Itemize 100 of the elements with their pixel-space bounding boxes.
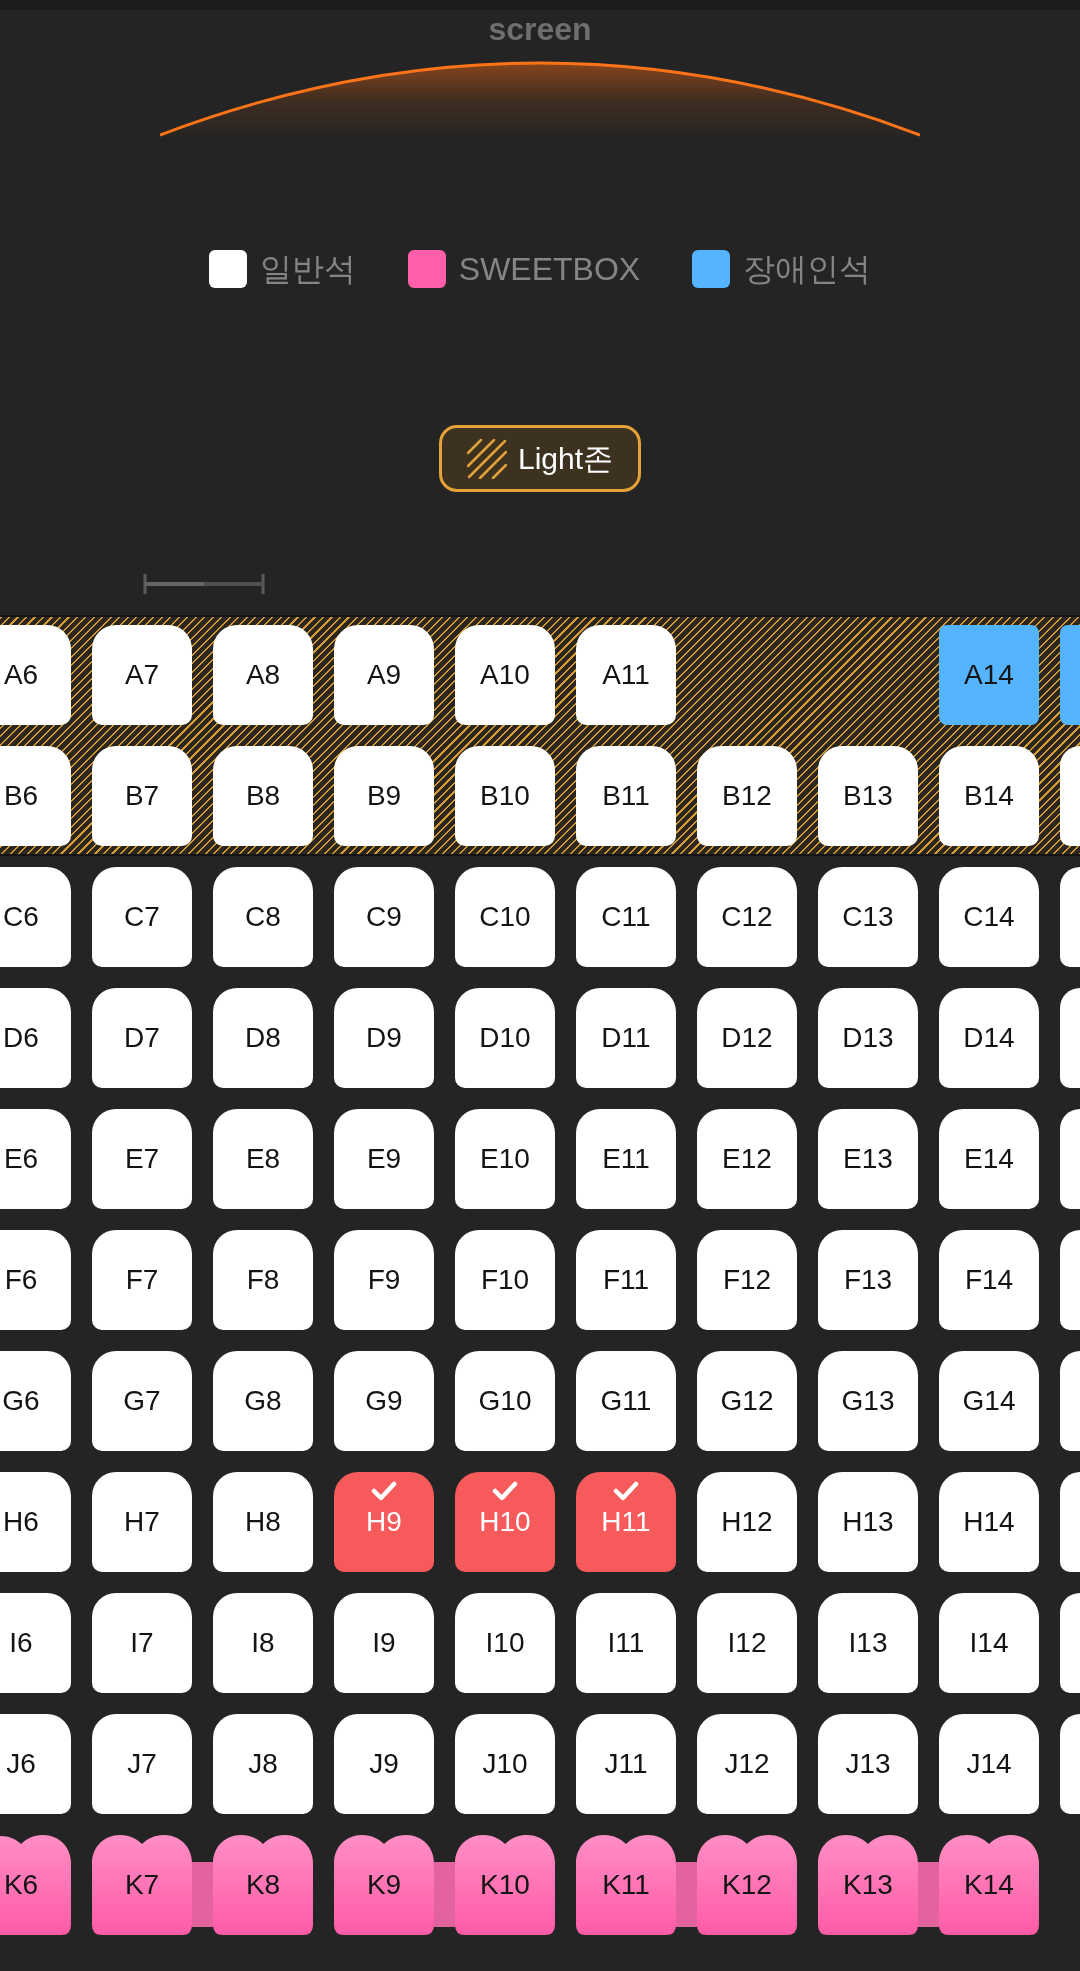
seat-button[interactable]: G11 (576, 1351, 676, 1451)
seat-button[interactable]: D9 (334, 988, 434, 1088)
seat-button[interactable] (1060, 1472, 1080, 1572)
seat-button[interactable]: B14 (939, 746, 1039, 846)
seat-button[interactable]: F12 (697, 1230, 797, 1330)
seat-button[interactable]: J13 (818, 1714, 918, 1814)
seat-button[interactable]: G6 (0, 1351, 71, 1451)
seat-button[interactable] (1060, 988, 1080, 1088)
seat-button[interactable]: C11 (576, 867, 676, 967)
seat-button[interactable]: D8 (213, 988, 313, 1088)
seat-button[interactable]: I12 (697, 1593, 797, 1693)
seat-button[interactable]: H13 (818, 1472, 918, 1572)
seat-button[interactable]: F11 (576, 1230, 676, 1330)
seat-button[interactable]: A6 (0, 625, 71, 725)
seat-button[interactable]: F9 (334, 1230, 434, 1330)
seat-button[interactable]: H7 (92, 1472, 192, 1572)
seat-button[interactable]: I11 (576, 1593, 676, 1693)
seat-button[interactable]: B13 (818, 746, 918, 846)
seat-button[interactable]: G9 (334, 1351, 434, 1451)
seat-button[interactable]: J6 (0, 1714, 71, 1814)
seat-button[interactable]: J12 (697, 1714, 797, 1814)
seat-button[interactable]: I7 (92, 1593, 192, 1693)
seat-button[interactable]: H6 (0, 1472, 71, 1572)
seat-button[interactable] (1060, 1714, 1080, 1814)
seat-button[interactable]: D11 (576, 988, 676, 1088)
seat-button[interactable]: B7 (92, 746, 192, 846)
seat-button[interactable]: E11 (576, 1109, 676, 1209)
seat-button[interactable]: C6 (0, 867, 71, 967)
seat-button[interactable]: A9 (334, 625, 434, 725)
seat-button[interactable]: D7 (92, 988, 192, 1088)
seat-button[interactable]: J8 (213, 1714, 313, 1814)
sweetbox-seat-button[interactable]: K9 (334, 1835, 434, 1935)
seat-button[interactable]: D14 (939, 988, 1039, 1088)
seat-button[interactable]: B10 (455, 746, 555, 846)
seat-button[interactable]: F8 (213, 1230, 313, 1330)
seat-button[interactable]: I14 (939, 1593, 1039, 1693)
seat-button[interactable]: I8 (213, 1593, 313, 1693)
seat-button[interactable]: E9 (334, 1109, 434, 1209)
accessible-seat-button[interactable]: A14 (939, 625, 1039, 725)
seat-button[interactable]: D13 (818, 988, 918, 1088)
seat-button[interactable]: G8 (213, 1351, 313, 1451)
seat-button[interactable]: D6 (0, 988, 71, 1088)
seat-button[interactable]: E10 (455, 1109, 555, 1209)
seat-button[interactable] (1060, 1230, 1080, 1330)
sweetbox-seat-button[interactable]: K13 (818, 1835, 918, 1935)
sweetbox-seat-button[interactable]: K10 (455, 1835, 555, 1935)
seat-button[interactable]: C14 (939, 867, 1039, 967)
seat-button[interactable]: J11 (576, 1714, 676, 1814)
seat-button[interactable] (1060, 746, 1080, 846)
seat-button[interactable]: J10 (455, 1714, 555, 1814)
sweetbox-seat-button[interactable]: K8 (213, 1835, 313, 1935)
seat-button[interactable]: F10 (455, 1230, 555, 1330)
seat-button[interactable] (1060, 867, 1080, 967)
seat-button[interactable]: F13 (818, 1230, 918, 1330)
seat-button[interactable]: F7 (92, 1230, 192, 1330)
seat-button[interactable]: E8 (213, 1109, 313, 1209)
seat-button[interactable]: A11 (576, 625, 676, 725)
seat-button[interactable] (1060, 1109, 1080, 1209)
seat-button[interactable]: I9 (334, 1593, 434, 1693)
seat-button[interactable]: C10 (455, 867, 555, 967)
sweetbox-seat-button[interactable]: K11 (576, 1835, 676, 1935)
seat-button[interactable]: J9 (334, 1714, 434, 1814)
seat-button[interactable]: E6 (0, 1109, 71, 1209)
seat-button[interactable]: I13 (818, 1593, 918, 1693)
seat-button[interactable]: C9 (334, 867, 434, 967)
seat-button[interactable] (1060, 1351, 1080, 1451)
seat-button[interactable]: B8 (213, 746, 313, 846)
seat-button[interactable]: G12 (697, 1351, 797, 1451)
seat-button[interactable]: C7 (92, 867, 192, 967)
seat-button[interactable]: E7 (92, 1109, 192, 1209)
seat-button[interactable]: B12 (697, 746, 797, 846)
seat-button[interactable]: I10 (455, 1593, 555, 1693)
seat-button[interactable]: D12 (697, 988, 797, 1088)
seat-button[interactable] (1060, 1593, 1080, 1693)
seat-button[interactable]: E13 (818, 1109, 918, 1209)
seat-button[interactable]: H8 (213, 1472, 313, 1572)
seat-button[interactable]: G14 (939, 1351, 1039, 1451)
seat-button[interactable]: H14 (939, 1472, 1039, 1572)
seat-button[interactable]: B6 (0, 746, 71, 846)
seat-button[interactable]: B9 (334, 746, 434, 846)
seat-button[interactable]: G13 (818, 1351, 918, 1451)
seat-button[interactable]: C8 (213, 867, 313, 967)
seat-button[interactable]: I6 (0, 1593, 71, 1693)
seat-button[interactable]: D10 (455, 988, 555, 1088)
seat-button[interactable]: E14 (939, 1109, 1039, 1209)
seat-button[interactable]: J7 (92, 1714, 192, 1814)
seat-button[interactable]: B11 (576, 746, 676, 846)
seat-button[interactable]: C13 (818, 867, 918, 967)
seat-button[interactable]: J14 (939, 1714, 1039, 1814)
seat-button[interactable]: A7 (92, 625, 192, 725)
sweetbox-seat-button[interactable]: K7 (92, 1835, 192, 1935)
seat-button[interactable]: F6 (0, 1230, 71, 1330)
seat-button[interactable]: E12 (697, 1109, 797, 1209)
seat-button[interactable]: H12 (697, 1472, 797, 1572)
seat-button[interactable]: C12 (697, 867, 797, 967)
sweetbox-seat-button[interactable]: K14 (939, 1835, 1039, 1935)
seat-button[interactable]: A10 (455, 625, 555, 725)
seat-button[interactable]: G10 (455, 1351, 555, 1451)
sweetbox-seat-button[interactable]: K12 (697, 1835, 797, 1935)
seat-button[interactable]: G7 (92, 1351, 192, 1451)
